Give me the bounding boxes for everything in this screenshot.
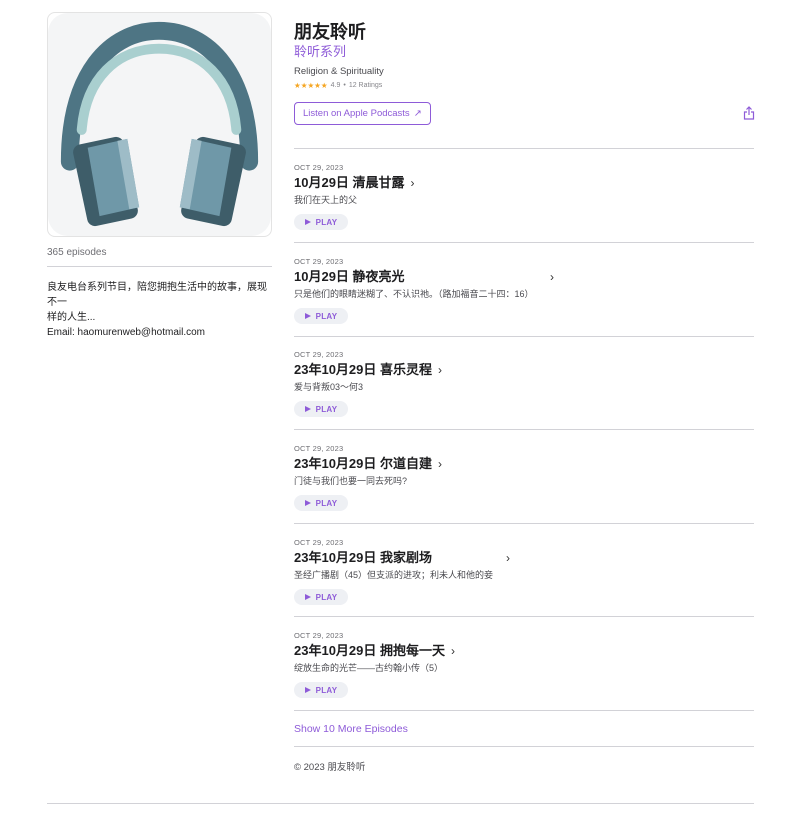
episode-title-link[interactable]: 23年10月29日 我家剧场 › [294,550,754,566]
play-button[interactable]: PLAY [294,401,348,417]
episode-title-link[interactable]: 23年10月29日 喜乐灵程 › [294,362,754,378]
play-label: PLAY [315,592,338,602]
description-line: 良友电台系列节目，陪您拥抱生活中的故事，展现不一 [47,282,267,308]
divider [294,336,754,337]
chevron-right-icon: › [550,270,554,284]
rating-row: ★★★★★ 4.9 • 12 Ratings [294,81,382,90]
play-label: PLAY [315,685,338,695]
episode-title: 10月29日 静夜亮光 [294,269,405,284]
episode-item: OCT 29, 2023 23年10月29日 拥抱每一天 › 绽放生命的光芒——古… [294,631,754,698]
chevron-right-icon: › [451,644,455,658]
episode-description: 我们在天上的父 [294,195,358,205]
play-button[interactable]: PLAY [294,495,348,511]
star-rating-icon: ★★★★★ [294,81,328,90]
rating-value: 4.9 [330,82,341,89]
episode-title: 10月29日 清晨甘露 [294,175,405,190]
episode-date: OCT 29, 2023 [294,631,344,640]
episode-date: OCT 29, 2023 [294,444,344,453]
play-button[interactable]: PLAY [294,308,348,324]
play-button[interactable]: PLAY [294,214,348,230]
play-label: PLAY [315,404,338,414]
chevron-right-icon: › [438,363,442,377]
episode-item: OCT 29, 2023 23年10月29日 喜乐灵程 › 爱与背叛03～何3 P… [294,350,754,417]
chevron-right-icon: › [506,551,510,565]
episode-date: OCT 29, 2023 [294,538,344,547]
podcast-description: 良友电台系列节目，陪您拥抱生活中的故事，展现不一 样的人生... Email: … [47,280,275,340]
listen-on-apple-podcasts-button[interactable]: Listen on Apple Podcasts ↗ [294,102,431,125]
divider [294,242,754,243]
play-icon [304,500,311,506]
share-icon[interactable] [743,106,755,120]
podcast-artwork [47,12,272,237]
divider [294,746,754,747]
episode-description: 绽放生命的光芒——古约翰小传（5） [294,663,444,673]
copyright: © 2023 朋友聆听 [294,762,366,773]
episode-title: 23年10月29日 喜乐灵程 [294,362,432,377]
divider [294,616,754,617]
play-button[interactable]: PLAY [294,682,348,698]
episode-description: 爱与背叛03～何3 [294,382,364,392]
episode-description: 圣经广播剧（45）但支派的进攻；利未人和他的妾 [294,570,494,580]
episode-title-link[interactable]: 23年10月29日 尔道自建 › [294,456,754,472]
footer-divider [47,803,754,804]
episode-title: 23年10月29日 拥抱每一天 [294,643,445,658]
episode-title-link[interactable]: 10月29日 静夜亮光 › [294,269,754,285]
play-button[interactable]: PLAY [294,589,348,605]
rating-count: 12 Ratings [348,82,383,89]
episode-date: OCT 29, 2023 [294,350,344,359]
episode-title-link[interactable]: 10月29日 清晨甘露 › [294,175,754,191]
play-icon [304,594,311,600]
episode-item: OCT 29, 2023 23年10月29日 尔道自建 › 门徒与我们也要一同去死… [294,444,754,511]
episode-item: OCT 29, 2023 10月29日 静夜亮光 › 只是他们的眼睛迷糊了、不认识… [294,257,754,324]
episode-item: OCT 29, 2023 10月29日 清晨甘露 › 我们在天上的父 PLAY [294,163,754,230]
divider [294,710,754,711]
chevron-right-icon: › [410,176,415,190]
listen-button-label: Listen on Apple Podcasts [303,108,410,119]
play-icon [304,687,311,693]
episode-count: 365 episodes [47,247,107,258]
divider [294,523,754,524]
play-label: PLAY [315,498,338,508]
play-label: PLAY [315,217,338,227]
episode-item: OCT 29, 2023 23年10月29日 我家剧场 › 圣经广播剧（45）但支… [294,538,754,605]
rating-separator: • [343,82,346,89]
headphones-icon [48,13,271,236]
description-email: Email: haomurenweb@hotmail.com [47,327,205,338]
show-more-episodes-link[interactable]: Show 10 More Episodes [294,723,408,735]
episode-title-link[interactable]: 23年10月29日 拥抱每一天 › [294,643,754,659]
episode-title: 23年10月29日 尔道自建 [294,456,432,471]
external-arrow-icon: ↗ [413,108,422,119]
play-icon [304,219,311,225]
episode-description: 只是他们的眼睛迷糊了、不认识祂。（路加福音二十四：16） [294,289,534,299]
podcast-author-link[interactable]: 聆听系列 [294,41,346,60]
episode-description: 门徒与我们也要一同去死吗? [294,476,408,486]
episode-date: OCT 29, 2023 [294,163,344,172]
episode-title: 23年10月29日 我家剧场 [294,550,432,565]
episode-date: OCT 29, 2023 [294,257,344,266]
play-icon [304,313,311,319]
play-icon [304,406,311,412]
divider [294,148,754,149]
divider [47,266,272,267]
description-line: 样的人生... [47,312,96,323]
podcast-category: Religion & Spirituality [294,66,384,77]
chevron-right-icon: › [438,457,442,471]
play-label: PLAY [315,311,338,321]
divider [294,429,754,430]
